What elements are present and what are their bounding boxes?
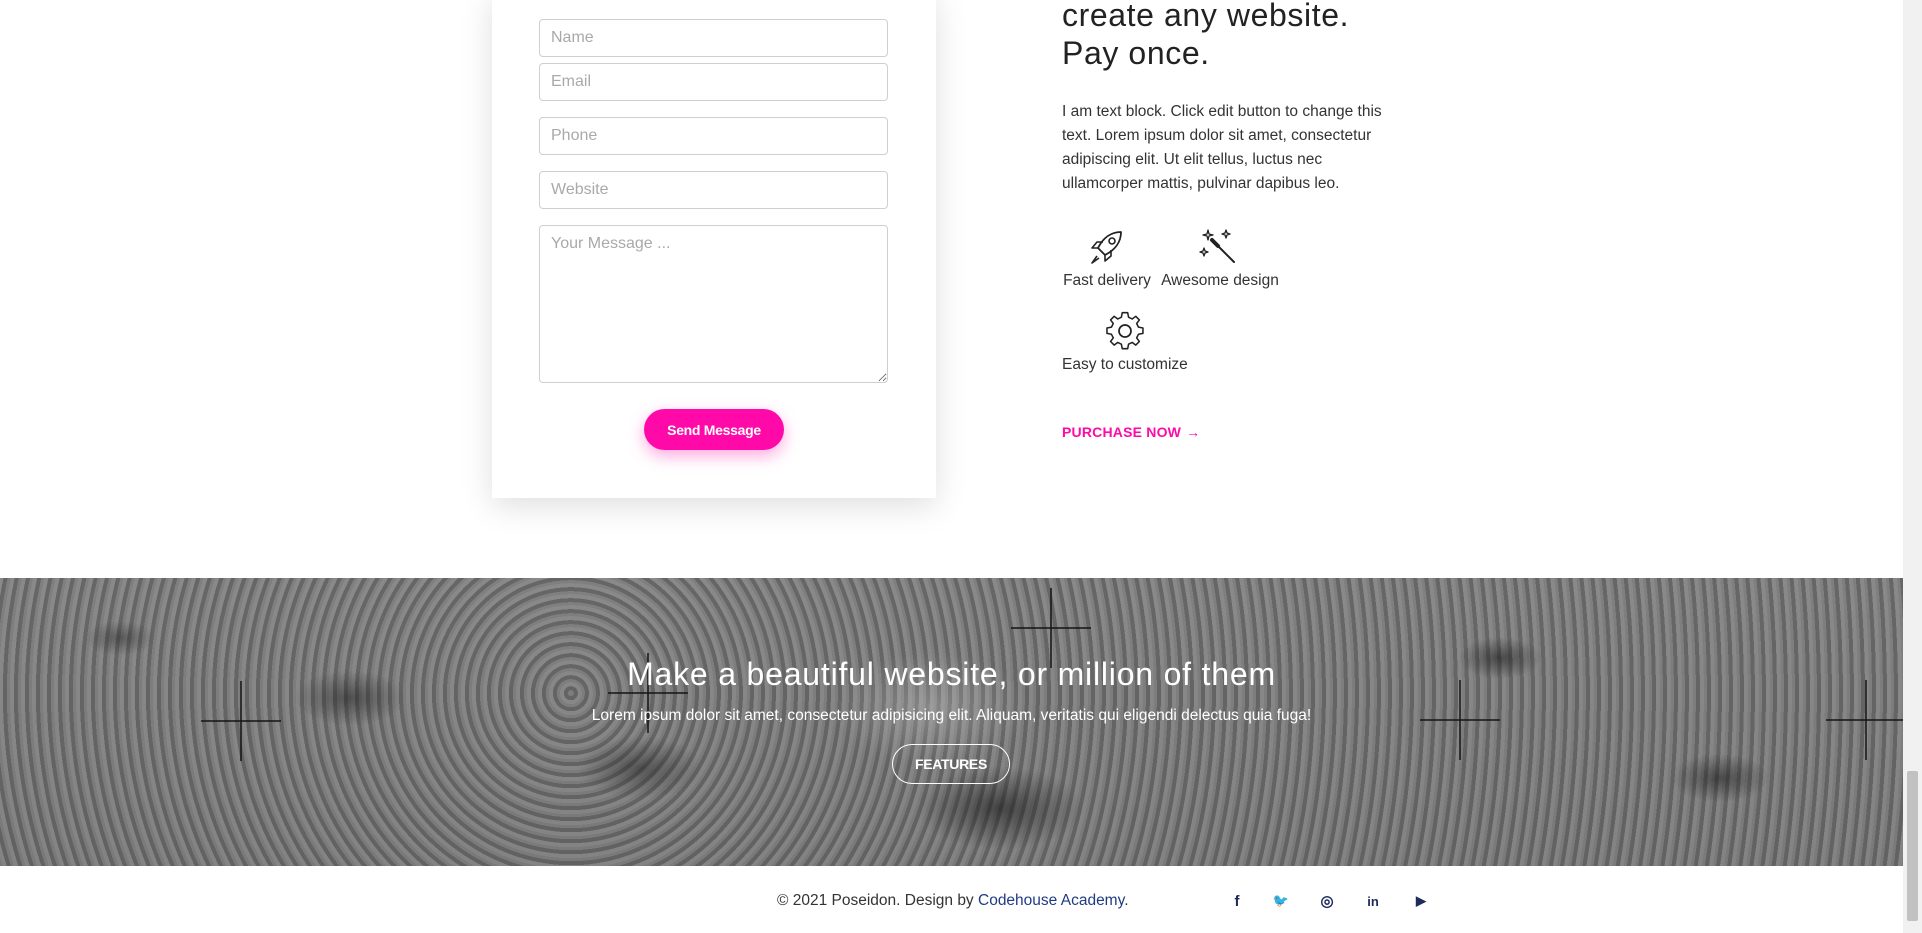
- feature-fast-delivery: Fast delivery: [1062, 226, 1152, 290]
- copyright-suffix: .: [1124, 892, 1129, 909]
- feature-label: Awesome design: [1161, 272, 1279, 289]
- magic-wand-icon: [1199, 229, 1235, 263]
- rocket-icon: [1091, 231, 1122, 264]
- message-textarea[interactable]: [539, 225, 888, 383]
- feature-awesome-design: Awesome design: [1160, 226, 1280, 290]
- features-button[interactable]: FEATURES: [892, 744, 1010, 784]
- website-input[interactable]: [539, 171, 888, 209]
- banner-subtitle: Lorem ipsum dolor sit amet, consectetur …: [591, 707, 1312, 724]
- youtube-icon[interactable]: ▶: [1410, 890, 1432, 912]
- contact-form-card: Send Message: [492, 0, 936, 498]
- copyright-text: © 2021 Poseidon. Design by: [777, 892, 978, 909]
- gear-icon: [1105, 311, 1144, 350]
- banner-title: Make a beautiful website, or million of …: [627, 656, 1276, 692]
- feature-label: Easy to customize: [1062, 356, 1188, 373]
- feature-label: Fast delivery: [1063, 272, 1151, 289]
- page: Send Message create any website. Pay onc…: [0, 0, 1903, 933]
- headline-line-1: create any website.: [1062, 0, 1350, 33]
- facebook-icon[interactable]: f: [1226, 890, 1248, 912]
- feature-easy-customize: Easy to customize: [1062, 310, 1188, 374]
- headline: create any website. Pay once.: [1062, 0, 1482, 72]
- headline-line-2: Pay once.: [1062, 35, 1210, 71]
- purchase-label: PURCHASE NOW: [1062, 424, 1182, 440]
- scrollbar-thumb[interactable]: [1907, 771, 1918, 921]
- hero-banner: Make a beautiful website, or million of …: [0, 578, 1903, 866]
- codehouse-academy-link[interactable]: Codehouse Academy: [978, 892, 1124, 909]
- email-input[interactable]: [539, 63, 888, 101]
- page-scrollbar[interactable]: [1903, 0, 1922, 933]
- linkedin-icon[interactable]: in: [1362, 890, 1384, 912]
- name-input[interactable]: [539, 19, 888, 57]
- send-message-button[interactable]: Send Message: [644, 409, 784, 450]
- twitter-icon[interactable]: 🐦: [1270, 890, 1292, 912]
- footer-copyright: © 2021 Poseidon. Design by Codehouse Aca…: [777, 892, 1129, 910]
- instagram-icon[interactable]: ◎: [1316, 890, 1338, 912]
- body-text: I am text block. Click edit button to ch…: [1062, 103, 1382, 192]
- purchase-now-link[interactable]: PURCHASE NOW →: [1062, 424, 1200, 440]
- phone-input[interactable]: [539, 117, 888, 155]
- arrow-right-icon: →: [1186, 424, 1201, 440]
